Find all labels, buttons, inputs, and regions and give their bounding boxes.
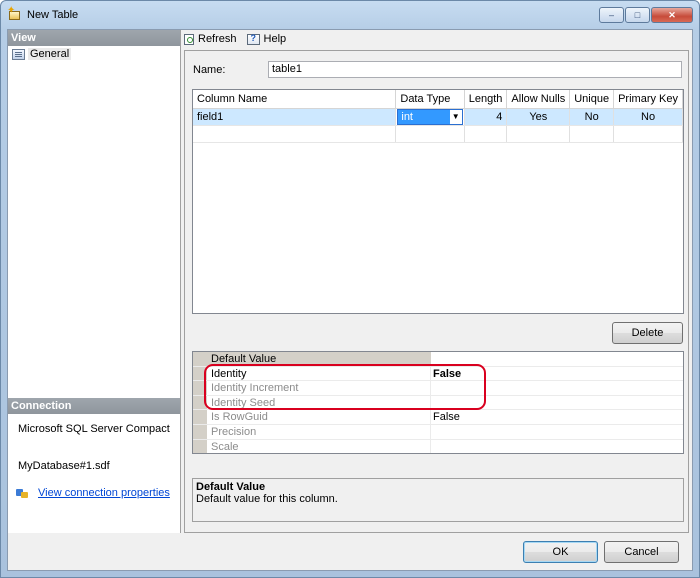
property-gutter xyxy=(193,366,207,381)
data-type-dropdown[interactable]: int ▼ xyxy=(397,108,463,125)
view-connection-properties-link[interactable]: View connection properties xyxy=(38,487,170,499)
property-description-panel: Default Value Default value for this col… xyxy=(192,478,684,522)
new-table-icon: ✦ xyxy=(7,5,23,21)
property-value[interactable] xyxy=(431,381,683,395)
property-name: Identity xyxy=(207,366,431,381)
col-header-unique[interactable]: Unique xyxy=(569,90,615,109)
cell-new-allow-nulls[interactable] xyxy=(506,125,571,143)
property-value[interactable]: False xyxy=(431,367,683,381)
property-gutter xyxy=(193,352,207,366)
col-header-primary-key[interactable]: Primary Key xyxy=(613,90,683,109)
table-name-input[interactable]: table1 xyxy=(268,61,682,78)
connection-properties-icon xyxy=(16,487,30,499)
close-button[interactable]: ✕ xyxy=(651,7,693,23)
name-row: Name: table1 xyxy=(193,61,682,78)
delete-button[interactable]: Delete xyxy=(612,322,683,344)
connection-server: Microsoft SQL Server Compact xyxy=(18,423,170,435)
maximize-button[interactable]: □ xyxy=(625,7,650,23)
dialog-client-area: View General Connection Microsoft SQL Se… xyxy=(7,29,693,571)
property-value[interactable] xyxy=(431,352,683,366)
view-item-general[interactable]: General xyxy=(8,46,180,62)
property-row-default-value[interactable]: Default Value xyxy=(193,352,683,367)
property-row-identity[interactable]: Identity False xyxy=(193,366,683,382)
property-row-identity-increment[interactable]: Identity Increment xyxy=(193,381,683,396)
cell-unique[interactable]: No xyxy=(569,108,615,126)
title-bar: ✦ New Table – □ ✕ xyxy=(1,1,699,29)
property-row-precision[interactable]: Precision xyxy=(193,424,683,440)
connection-section: Connection Microsoft SQL Server Compact … xyxy=(8,398,180,499)
cell-new-primary-key[interactable] xyxy=(613,125,683,143)
property-value[interactable]: False xyxy=(431,410,683,424)
cell-data-type[interactable]: int ▼ xyxy=(395,108,465,126)
property-name: Identity Seed xyxy=(207,395,431,410)
col-header-allow-nulls[interactable]: Allow Nulls xyxy=(506,90,571,109)
cell-new-data-type[interactable] xyxy=(395,125,465,143)
property-value[interactable] xyxy=(431,396,683,410)
property-gutter xyxy=(193,439,207,453)
ok-button[interactable]: OK xyxy=(523,541,598,563)
table-row[interactable]: field1 int ▼ 4 Yes No No xyxy=(193,108,683,126)
property-gutter xyxy=(193,410,207,424)
description-text: Default value for this column. xyxy=(196,493,338,505)
cell-column-name[interactable]: field1 xyxy=(193,108,397,126)
help-button[interactable]: Help xyxy=(246,33,287,45)
view-connection-properties[interactable]: View connection properties xyxy=(8,487,180,499)
col-header-column-name[interactable]: Column Name xyxy=(193,90,397,109)
view-item-label: General xyxy=(28,48,72,60)
property-value[interactable] xyxy=(431,440,683,453)
connection-database: MyDatabase#1.sdf xyxy=(18,460,110,472)
left-pane: View General Connection Microsoft SQL Se… xyxy=(8,30,181,533)
property-name: Identity Increment xyxy=(207,381,431,395)
cancel-button[interactable]: Cancel xyxy=(604,541,679,563)
cell-new-column-name[interactable] xyxy=(193,125,397,143)
data-type-value: int xyxy=(401,110,413,123)
grid-header-row: Column Name Data Type Length Allow Nulls… xyxy=(193,90,683,109)
property-row-is-rowguid[interactable]: Is RowGuid False xyxy=(193,410,683,425)
refresh-button[interactable]: Refresh xyxy=(184,33,237,45)
property-gutter xyxy=(193,424,207,439)
property-name: Is RowGuid xyxy=(207,410,431,424)
col-header-length[interactable]: Length xyxy=(464,90,508,109)
property-gutter xyxy=(193,381,207,395)
cell-new-length[interactable] xyxy=(464,125,508,143)
help-label: Help xyxy=(263,33,287,45)
columns-grid: Column Name Data Type Length Allow Nulls… xyxy=(192,89,684,314)
name-label: Name: xyxy=(193,63,226,76)
refresh-icon xyxy=(184,33,194,45)
property-row-identity-seed[interactable]: Identity Seed xyxy=(193,395,683,411)
new-table-dialog: ✦ New Table – □ ✕ View General Connectio… xyxy=(0,0,700,578)
property-name: Default Value xyxy=(207,352,431,366)
property-value[interactable] xyxy=(431,425,683,439)
cell-allow-nulls[interactable]: Yes xyxy=(506,108,571,126)
minimize-button[interactable]: – xyxy=(599,7,624,23)
window-title: New Table xyxy=(27,9,79,21)
property-row-scale[interactable]: Scale xyxy=(193,439,683,453)
cell-new-unique[interactable] xyxy=(569,125,615,143)
connection-header: Connection xyxy=(8,398,180,414)
column-properties-grid: Default Value Identity False Identity In… xyxy=(192,351,684,454)
property-gutter xyxy=(193,395,207,410)
refresh-label: Refresh xyxy=(198,33,237,45)
description-title: Default Value xyxy=(196,481,266,493)
col-header-data-type[interactable]: Data Type xyxy=(395,90,465,109)
toolbar: Refresh Help xyxy=(184,30,286,48)
general-page-icon xyxy=(12,48,25,60)
help-icon xyxy=(246,33,260,45)
chevron-down-icon[interactable]: ▼ xyxy=(449,109,462,124)
table-row-new[interactable] xyxy=(193,125,683,143)
general-page: Name: table1 Column Name Data Type Lengt… xyxy=(184,50,689,533)
cell-primary-key[interactable]: No xyxy=(613,108,683,126)
view-header: View xyxy=(8,30,180,46)
property-name: Scale xyxy=(207,439,431,453)
property-name: Precision xyxy=(207,424,431,439)
cell-length[interactable]: 4 xyxy=(464,108,508,126)
